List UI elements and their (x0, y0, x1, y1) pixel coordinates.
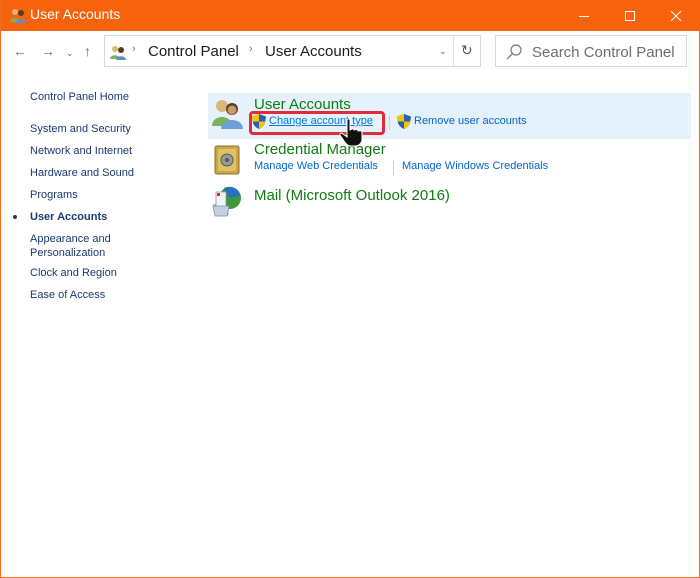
sidebar-item-programs[interactable]: Programs (30, 188, 78, 202)
user-accounts-icon (110, 46, 126, 60)
remove-user-accounts-link[interactable]: Remove user accounts (414, 115, 527, 127)
forward-button[interactable]: → (41, 43, 55, 59)
breadcrumb-user-accounts[interactable]: User Accounts (265, 43, 362, 60)
sidebar-item-appearance[interactable]: Appearance and (30, 232, 111, 246)
sidebar-item-clock-and-region[interactable]: Clock and Region (30, 266, 117, 280)
link-separator (389, 116, 390, 130)
maximize-icon (625, 10, 635, 21)
title-bar[interactable]: User Accounts (1, 0, 700, 31)
breadcrumb-separator[interactable]: › (132, 43, 136, 55)
sidebar-item-ease-of-access[interactable]: Ease of Access (30, 288, 105, 302)
user-accounts-icon[interactable] (210, 96, 244, 130)
breadcrumb-separator[interactable]: › (249, 43, 253, 55)
mail-icon[interactable] (210, 184, 244, 218)
manage-windows-credentials-link[interactable]: Manage Windows Credentials (402, 160, 548, 172)
close-icon (671, 10, 681, 21)
breadcrumb-control-panel[interactable]: Control Panel (148, 43, 239, 60)
minimize-icon (579, 15, 589, 17)
control-panel-window: User Accounts ← → ⌄ ↑ › Control Panel › … (0, 0, 700, 578)
uac-shield-icon (397, 114, 411, 129)
current-item-bullet (13, 215, 17, 219)
window-title: User Accounts (30, 6, 121, 22)
sidebar-item-personalization[interactable]: Personalization (30, 246, 105, 260)
sidebar-item-network-and-internet[interactable]: Network and Internet (30, 144, 132, 158)
category-mail: Mail (Microsoft Outlook 2016) (208, 181, 691, 223)
refresh-button[interactable]: ↻ (461, 42, 473, 59)
sidebar-item-control-panel-home[interactable]: Control Panel Home (30, 90, 129, 104)
category-credential-manager: Credential Manager Manage Web Credential… (208, 139, 691, 181)
address-dropdown-button[interactable]: ⌄ (439, 46, 447, 57)
minimize-button[interactable] (561, 0, 607, 31)
divider (453, 36, 454, 66)
category-title-credential-manager[interactable]: Credential Manager (254, 141, 386, 158)
search-input[interactable] (532, 42, 682, 62)
credential-safe-icon[interactable] (210, 143, 244, 177)
manage-web-credentials-link[interactable]: Manage Web Credentials (254, 160, 378, 172)
maximize-button[interactable] (607, 0, 653, 31)
sidebar-item-system-and-security[interactable]: System and Security (30, 122, 131, 136)
link-separator (393, 161, 394, 175)
back-button[interactable]: ← (13, 43, 27, 59)
hand-cursor-icon (339, 118, 363, 147)
close-button[interactable] (653, 0, 699, 31)
category-title-mail[interactable]: Mail (Microsoft Outlook 2016) (254, 187, 450, 204)
sidebar-item-user-accounts[interactable]: User Accounts (30, 210, 107, 224)
search-icon (506, 44, 522, 60)
sidebar-item-hardware-and-sound[interactable]: Hardware and Sound (30, 166, 134, 180)
up-button[interactable]: ↑ (84, 43, 91, 59)
recent-locations-button[interactable]: ⌄ (66, 45, 74, 61)
navigation-bar: ← → ⌄ ↑ › Control Panel › User Accounts … (1, 31, 700, 75)
address-bar[interactable]: › Control Panel › User Accounts ⌄ ↻ (104, 35, 481, 67)
user-accounts-icon (10, 9, 26, 23)
search-box[interactable] (495, 35, 687, 67)
